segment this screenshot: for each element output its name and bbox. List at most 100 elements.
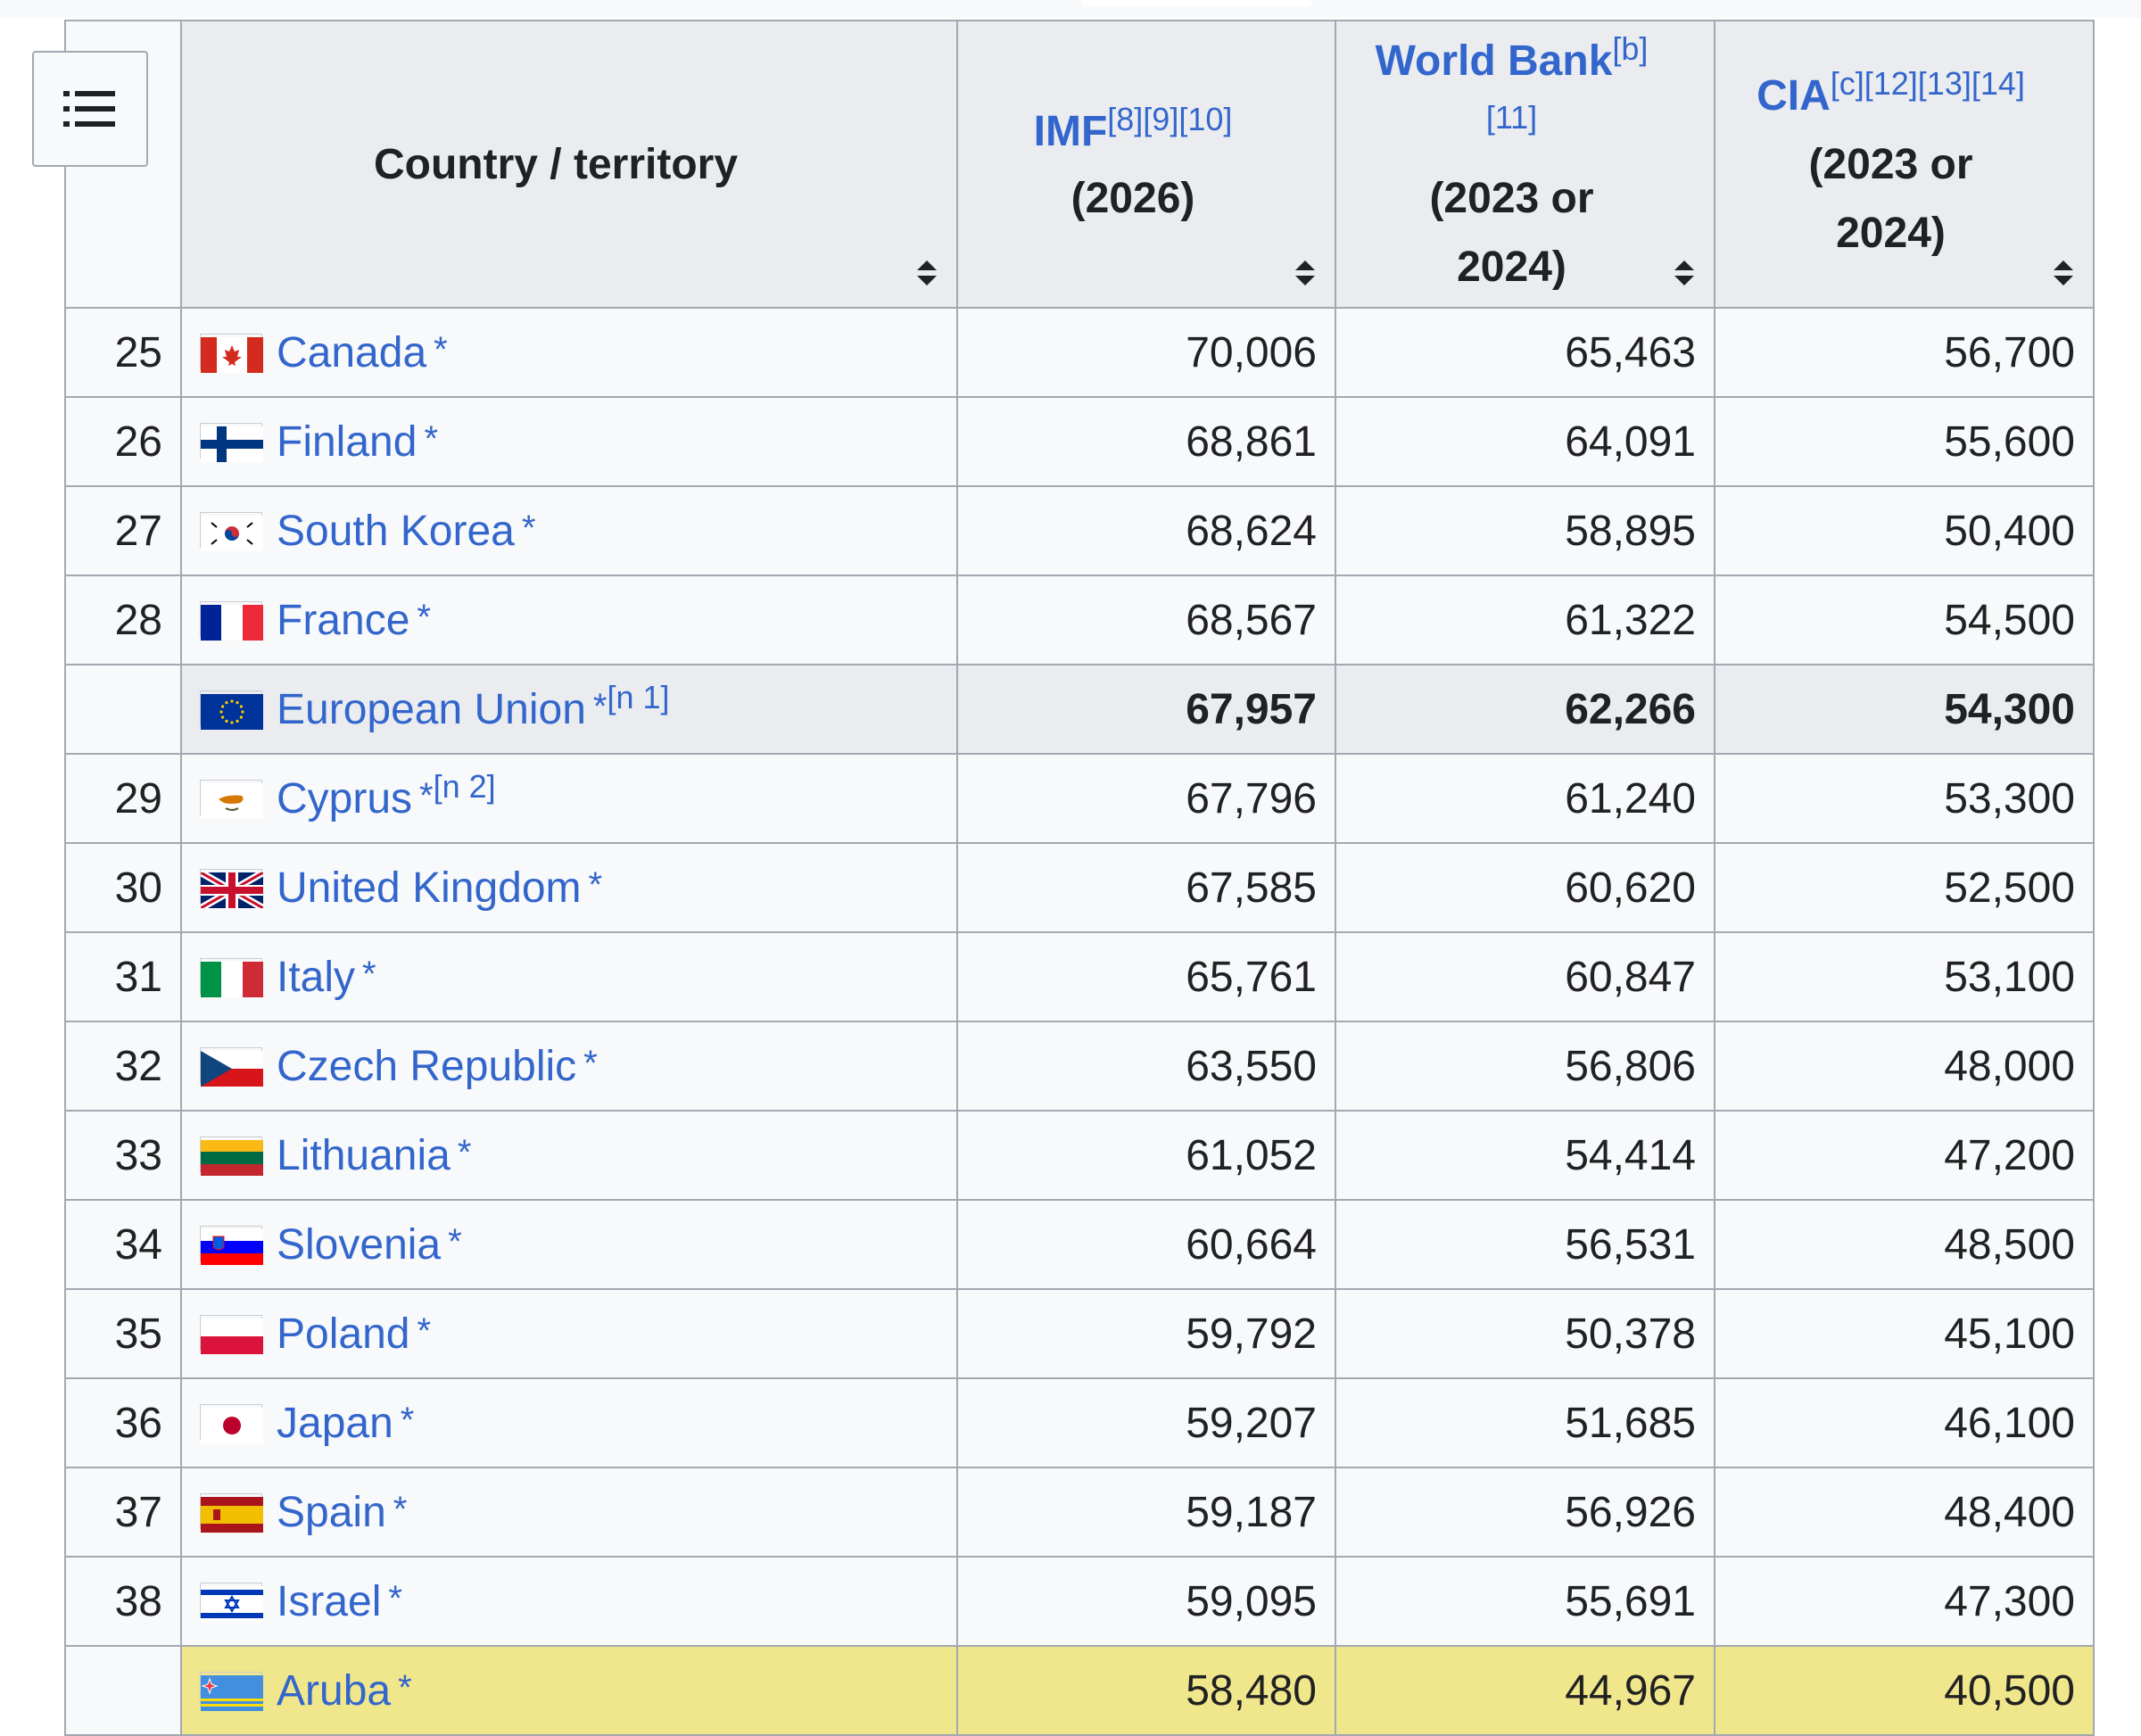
- country-cell: South Korea *: [180, 485, 958, 576]
- sort-icon[interactable]: [917, 260, 937, 285]
- cia-value: 54,300: [1714, 664, 2095, 755]
- sort-icon[interactable]: [1674, 260, 1694, 285]
- country-link[interactable]: Cyprus: [277, 775, 412, 823]
- star-link[interactable]: *: [398, 1668, 412, 1707]
- country-link[interactable]: France: [277, 597, 409, 644]
- world-bank-value: 61,322: [1335, 575, 1715, 665]
- rank-value: 31: [114, 953, 162, 1001]
- table-row: 29 Cyprus *[n 2] 67,796 61,240 53,300: [64, 753, 2095, 844]
- star-link[interactable]: *: [388, 1579, 402, 1618]
- star-link[interactable]: *: [393, 1490, 408, 1529]
- rank-value: 35: [114, 1310, 162, 1358]
- country-cell: Aruba *: [180, 1645, 958, 1736]
- cia-value: 56,700: [1714, 307, 2095, 398]
- table-row: 36 Japan * 59,207 51,685 46,100: [64, 1377, 2095, 1468]
- country-cell: European Union *[n 1]: [180, 664, 958, 755]
- rank-cell: 26: [64, 396, 182, 487]
- imf-value: 59,187: [956, 1467, 1336, 1558]
- country-link[interactable]: Lithuania: [277, 1132, 451, 1179]
- country-cell: Israel *: [180, 1556, 958, 1647]
- world-bank-value: 44,967: [1335, 1645, 1715, 1736]
- rank-cell: 33: [64, 1110, 182, 1201]
- cia-link[interactable]: CIA: [1757, 72, 1831, 120]
- cia-value: 48,000: [1714, 1021, 2095, 1112]
- country-link[interactable]: Japan: [277, 1400, 393, 1447]
- world-bank-value: 64,091: [1335, 396, 1715, 487]
- star-link[interactable]: *: [401, 1401, 415, 1440]
- star-link[interactable]: *: [417, 598, 431, 637]
- country-cell: Lithuania *: [180, 1110, 958, 1201]
- cia-value: 54,500: [1714, 575, 2095, 665]
- country-link[interactable]: European Union: [277, 686, 586, 733]
- rank-value: 38: [114, 1577, 162, 1625]
- sticky-header-tab: [1081, 0, 1313, 7]
- star-link[interactable]: *: [448, 1222, 462, 1261]
- cia-header[interactable]: CIA[c][12][13][14] (2023 or 2024): [1714, 20, 2095, 309]
- country-link[interactable]: Slovenia: [277, 1221, 441, 1269]
- world-bank-value: 65,463: [1335, 307, 1715, 398]
- table-of-contents-button[interactable]: [32, 51, 148, 167]
- table-row: 34 Slovenia * 60,664 56,531 48,500: [64, 1199, 2095, 1290]
- aruba-flag-icon: [200, 1671, 263, 1711]
- imf-value: 70,006: [956, 307, 1336, 398]
- israel-flag-icon: [200, 1582, 263, 1622]
- star-link[interactable]: *: [593, 687, 608, 726]
- star-link[interactable]: *: [458, 1133, 472, 1172]
- country-link[interactable]: Finland: [277, 418, 417, 466]
- imf-value: 59,207: [956, 1377, 1336, 1468]
- imf-value: 68,567: [956, 575, 1336, 665]
- table-row: 28 France * 68,567 61,322 54,500: [64, 575, 2095, 665]
- country-link[interactable]: United Kingdom: [277, 864, 582, 912]
- star-link[interactable]: *: [589, 865, 603, 905]
- rank-value: 27: [114, 507, 162, 555]
- country-link[interactable]: South Korea: [277, 508, 515, 555]
- world-bank-link[interactable]: World Bank: [1376, 37, 1613, 85]
- rank-cell: 34: [64, 1199, 182, 1290]
- cia-refs[interactable]: [c][12][13][14]: [1831, 65, 2025, 102]
- table-row: 32 Czech Republic * 63,550 56,806 48,000: [64, 1021, 2095, 1112]
- world-bank-value: 58,895: [1335, 485, 1715, 576]
- rank-value: 34: [114, 1220, 162, 1269]
- imf-value: 67,585: [956, 842, 1336, 933]
- note-link[interactable]: [n 2]: [434, 768, 496, 805]
- country-link[interactable]: Spain: [277, 1489, 386, 1536]
- country-link[interactable]: Italy: [277, 954, 355, 1001]
- south-korea-flag-icon: [200, 511, 263, 551]
- header-row: Country / territory IMF[8][9][10] (2026)…: [64, 20, 2095, 309]
- cia-value: 47,300: [1714, 1556, 2095, 1647]
- star-link[interactable]: *: [434, 330, 448, 369]
- country-link[interactable]: Czech Republic: [277, 1043, 576, 1090]
- world-bank-value: 62,266: [1335, 664, 1715, 755]
- world-bank-value: 54,414: [1335, 1110, 1715, 1201]
- table-row: 38 Israel * 59,095 55,691 47,300: [64, 1556, 2095, 1647]
- imf-header[interactable]: IMF[8][9][10] (2026): [956, 20, 1336, 309]
- country-link[interactable]: Canada: [277, 329, 426, 376]
- imf-value: 59,792: [956, 1288, 1336, 1379]
- country-link[interactable]: Aruba: [277, 1667, 391, 1715]
- world-bank-year-line2: 2024): [1457, 244, 1566, 291]
- rank-cell: 35: [64, 1288, 182, 1379]
- star-link[interactable]: *: [419, 776, 434, 815]
- sort-icon[interactable]: [2054, 260, 2073, 285]
- country-link[interactable]: Israel: [277, 1578, 381, 1625]
- country-link[interactable]: Poland: [277, 1310, 409, 1358]
- table-row: 25 Canada * 70,006 65,463 56,700: [64, 307, 2095, 398]
- imf-value: 67,957: [956, 664, 1336, 755]
- note-link[interactable]: [n 1]: [608, 679, 670, 715]
- imf-link[interactable]: IMF: [1034, 108, 1108, 155]
- sort-icon[interactable]: [1295, 260, 1315, 285]
- world-bank-header[interactable]: World Bank[b][11] (2023 or 2024): [1335, 20, 1715, 309]
- star-link[interactable]: *: [583, 1044, 598, 1083]
- rank-value: 28: [114, 596, 162, 644]
- star-link[interactable]: *: [417, 1311, 431, 1351]
- star-link[interactable]: *: [362, 955, 376, 994]
- rank-value: 36: [114, 1399, 162, 1447]
- rank-cell: [64, 1646, 182, 1736]
- star-link[interactable]: *: [424, 419, 438, 459]
- star-link[interactable]: *: [522, 508, 536, 548]
- imf-refs[interactable]: [8][9][10]: [1107, 101, 1232, 137]
- cia-year-line2: 2024): [1836, 209, 1946, 257]
- rank-value: 33: [114, 1131, 162, 1179]
- country-header[interactable]: Country / territory: [180, 20, 958, 309]
- cia-value: 48,500: [1714, 1199, 2095, 1290]
